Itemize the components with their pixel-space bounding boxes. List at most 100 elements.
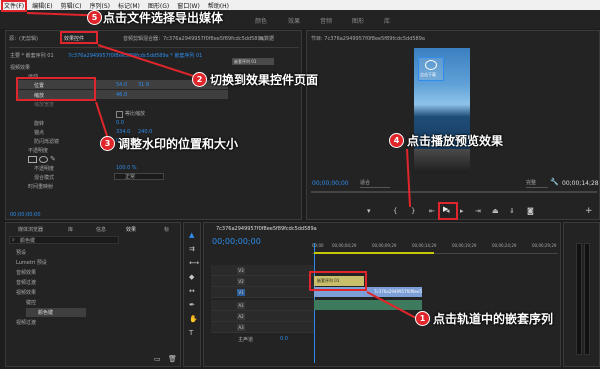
workspace-tab-effects[interactable]: 效果 — [288, 16, 300, 25]
selection-tool-icon[interactable]: ▲ — [189, 231, 194, 239]
tools-panel: ▲ ⇉ ⟷ ◆ ↔ ✒ ✋ T — [183, 222, 201, 367]
trash-icon[interactable]: 🗑 — [168, 355, 177, 363]
type-tool-icon[interactable]: T — [189, 329, 193, 337]
master-track-value[interactable]: 0.0 — [280, 336, 288, 342]
track-a1[interactable]: A1 — [211, 300, 314, 311]
menu-clip[interactable]: 剪辑(C) — [57, 1, 86, 10]
ruler-tick: 00;00;09;29 — [372, 243, 397, 248]
mini-timeline-clip[interactable]: 嵌套序列 01 — [232, 58, 274, 65]
step-forward-icon[interactable]: ▸ — [460, 207, 464, 215]
marker-icon[interactable]: ▾ — [367, 207, 371, 215]
track-select-tool-icon[interactable]: ⇉ — [189, 245, 195, 253]
uniform-scale-checkbox[interactable] — [116, 111, 123, 118]
effect-controls-timecode[interactable]: 00;00;00;00 — [10, 212, 41, 218]
tree-item-video-effects[interactable]: 视频效果 — [16, 289, 36, 296]
workspace-tab-audio[interactable]: 音频 — [320, 16, 332, 25]
opacity-value[interactable]: 100.0 % — [116, 165, 137, 171]
position-x-value[interactable]: 54.0 — [116, 82, 127, 88]
go-to-in-icon[interactable]: ⇤ — [429, 207, 435, 215]
new-folder-icon[interactable]: ▭ — [154, 355, 161, 363]
audio-clip[interactable] — [314, 300, 422, 310]
workspace-tab-graphics[interactable]: 图形 — [352, 16, 364, 25]
track-a3[interactable]: A3 — [211, 322, 314, 333]
track-a2[interactable]: A2 — [211, 311, 314, 322]
annotation-2-text: 切换到效果控件页面 — [210, 73, 319, 87]
camera-icon[interactable]: ◙ — [527, 207, 534, 215]
annotation-3-badge: 3 — [100, 136, 115, 151]
tree-item-audio-effects[interactable]: 音频效果 — [16, 269, 36, 276]
opacity-label: 不透明度 — [34, 166, 55, 172]
hand-tool-icon[interactable]: ✋ — [189, 315, 198, 323]
mark-out-icon[interactable]: } — [411, 207, 415, 215]
add-button-icon[interactable]: + — [585, 206, 593, 216]
mask-ellipse-icon[interactable] — [39, 156, 48, 163]
video-effects-heading: 视频效果 — [10, 65, 31, 71]
razor-tool-icon[interactable]: ◆ — [189, 273, 194, 281]
workspace-tab-color[interactable]: 颜色 — [255, 16, 267, 25]
effects-panel: 媒体浏览器 库 信息 效果 标 ⌕ 颜色键 预设 Lumetri 预设 音频效果… — [5, 222, 181, 367]
track-label: A3 — [237, 324, 245, 331]
opacity-section-label[interactable]: 不透明度 — [28, 147, 48, 154]
lift-icon[interactable]: ⏏ — [492, 207, 499, 215]
ripple-edit-tool-icon[interactable]: ⟷ — [189, 259, 199, 267]
work-area-bar[interactable] — [314, 252, 434, 254]
slip-tool-icon[interactable]: ↔ — [189, 287, 195, 295]
tree-item-presets[interactable]: 预设 — [16, 249, 26, 256]
tab-library[interactable]: 库 — [68, 226, 73, 233]
tree-selection — [26, 308, 86, 317]
pen-tool-icon[interactable]: ✒ — [189, 301, 195, 309]
watermark-bounding-box[interactable]: 点击下载 — [418, 57, 444, 81]
tab-markers[interactable]: 标 — [164, 226, 169, 233]
mask-rect-icon[interactable] — [28, 156, 37, 163]
effects-search-input[interactable]: ⌕ 颜色键 — [9, 236, 119, 244]
time-remap-label[interactable]: 时间重映射 — [28, 183, 53, 190]
workspace-tab-libraries[interactable]: 库 — [384, 16, 390, 25]
annotation-1-text: 点击轨道中的嵌套序列 — [433, 312, 554, 326]
extract-icon[interactable]: ⇓ — [509, 207, 515, 215]
highlight-nested-clip — [309, 271, 367, 291]
quality-select[interactable]: 完整 — [526, 179, 548, 188]
divider — [9, 47, 299, 48]
anchor-label: 锚点 — [34, 130, 45, 136]
program-duration: 00;00;14;28 — [562, 180, 599, 187]
wrench-icon[interactable]: 🔧 — [550, 178, 559, 186]
mask-pen-icon[interactable]: ✎ — [50, 155, 56, 163]
effect-controls-panel: 源：(无剪辑) 效果控件 音频剪辑混合器：7c376a2949957f0f8ee… — [5, 30, 302, 220]
timeline-timecode[interactable]: 00;00;00;00 — [212, 237, 261, 246]
scale-width-label: 缩放宽度 — [34, 102, 55, 108]
program-timecode[interactable]: 00;00;00;00 — [312, 180, 349, 187]
track-v1[interactable]: V1 — [211, 287, 314, 298]
track-v2[interactable]: V2 — [211, 276, 314, 287]
mark-in-icon[interactable]: { — [393, 207, 397, 215]
tree-item-audio-transitions[interactable]: 音频过渡 — [16, 279, 36, 286]
tree-item-video-transitions[interactable]: 视频过渡 — [16, 319, 36, 326]
tab-media-browser[interactable]: 媒体浏览器 — [18, 226, 43, 233]
tab-source[interactable]: 源：(无剪辑) — [9, 35, 38, 42]
go-to-out-icon[interactable]: ⇥ — [475, 207, 481, 215]
highlight-play-button — [438, 202, 458, 220]
blend-mode-select[interactable]: 正常 — [114, 173, 164, 180]
annotation-4-badge: 4 — [389, 133, 404, 148]
fit-select[interactable]: 适合 — [360, 179, 390, 188]
track-label: V3 — [237, 267, 245, 274]
tab-info[interactable]: 信息 — [96, 226, 106, 233]
track-v3[interactable]: V3 — [211, 265, 314, 276]
rotation-value[interactable]: 0.0 — [116, 120, 124, 126]
position-y-value[interactable]: 31.8 — [138, 82, 149, 88]
sequence-tab[interactable]: 7c376a2949957f0f8ee5f89fcdc5dd589a — [216, 226, 317, 232]
track-label: A2 — [237, 313, 245, 320]
tab-audio-mixer[interactable]: 音频剪辑混合器：7c376a2949957f0f8ee5f89fcdc5dd58… — [123, 35, 264, 42]
tab-metadata[interactable]: 元数据 — [259, 35, 274, 42]
tree-item-color-key[interactable]: 颜色键 — [38, 309, 53, 316]
scale-value[interactable]: 46.0 — [116, 92, 127, 98]
menu-edit[interactable]: 编辑(E) — [28, 1, 56, 10]
tree-item-lumetri[interactable]: Lumetri 预设 — [16, 259, 47, 266]
search-value: 颜色键 — [20, 238, 36, 244]
annotation-2-badge: 2 — [192, 72, 207, 87]
tree-item-keying[interactable]: 键控 — [26, 299, 36, 306]
program-title[interactable]: 节目: 7c376a2949957f0f8ee5f89fcdc5dd589a — [311, 35, 425, 42]
annotation-3-text: 调整水印的位置和大小 — [118, 137, 239, 151]
program-scrubber[interactable] — [311, 191, 597, 193]
tab-effects[interactable]: 效果 — [126, 226, 136, 233]
highlight-effect-controls-tab — [60, 31, 98, 44]
